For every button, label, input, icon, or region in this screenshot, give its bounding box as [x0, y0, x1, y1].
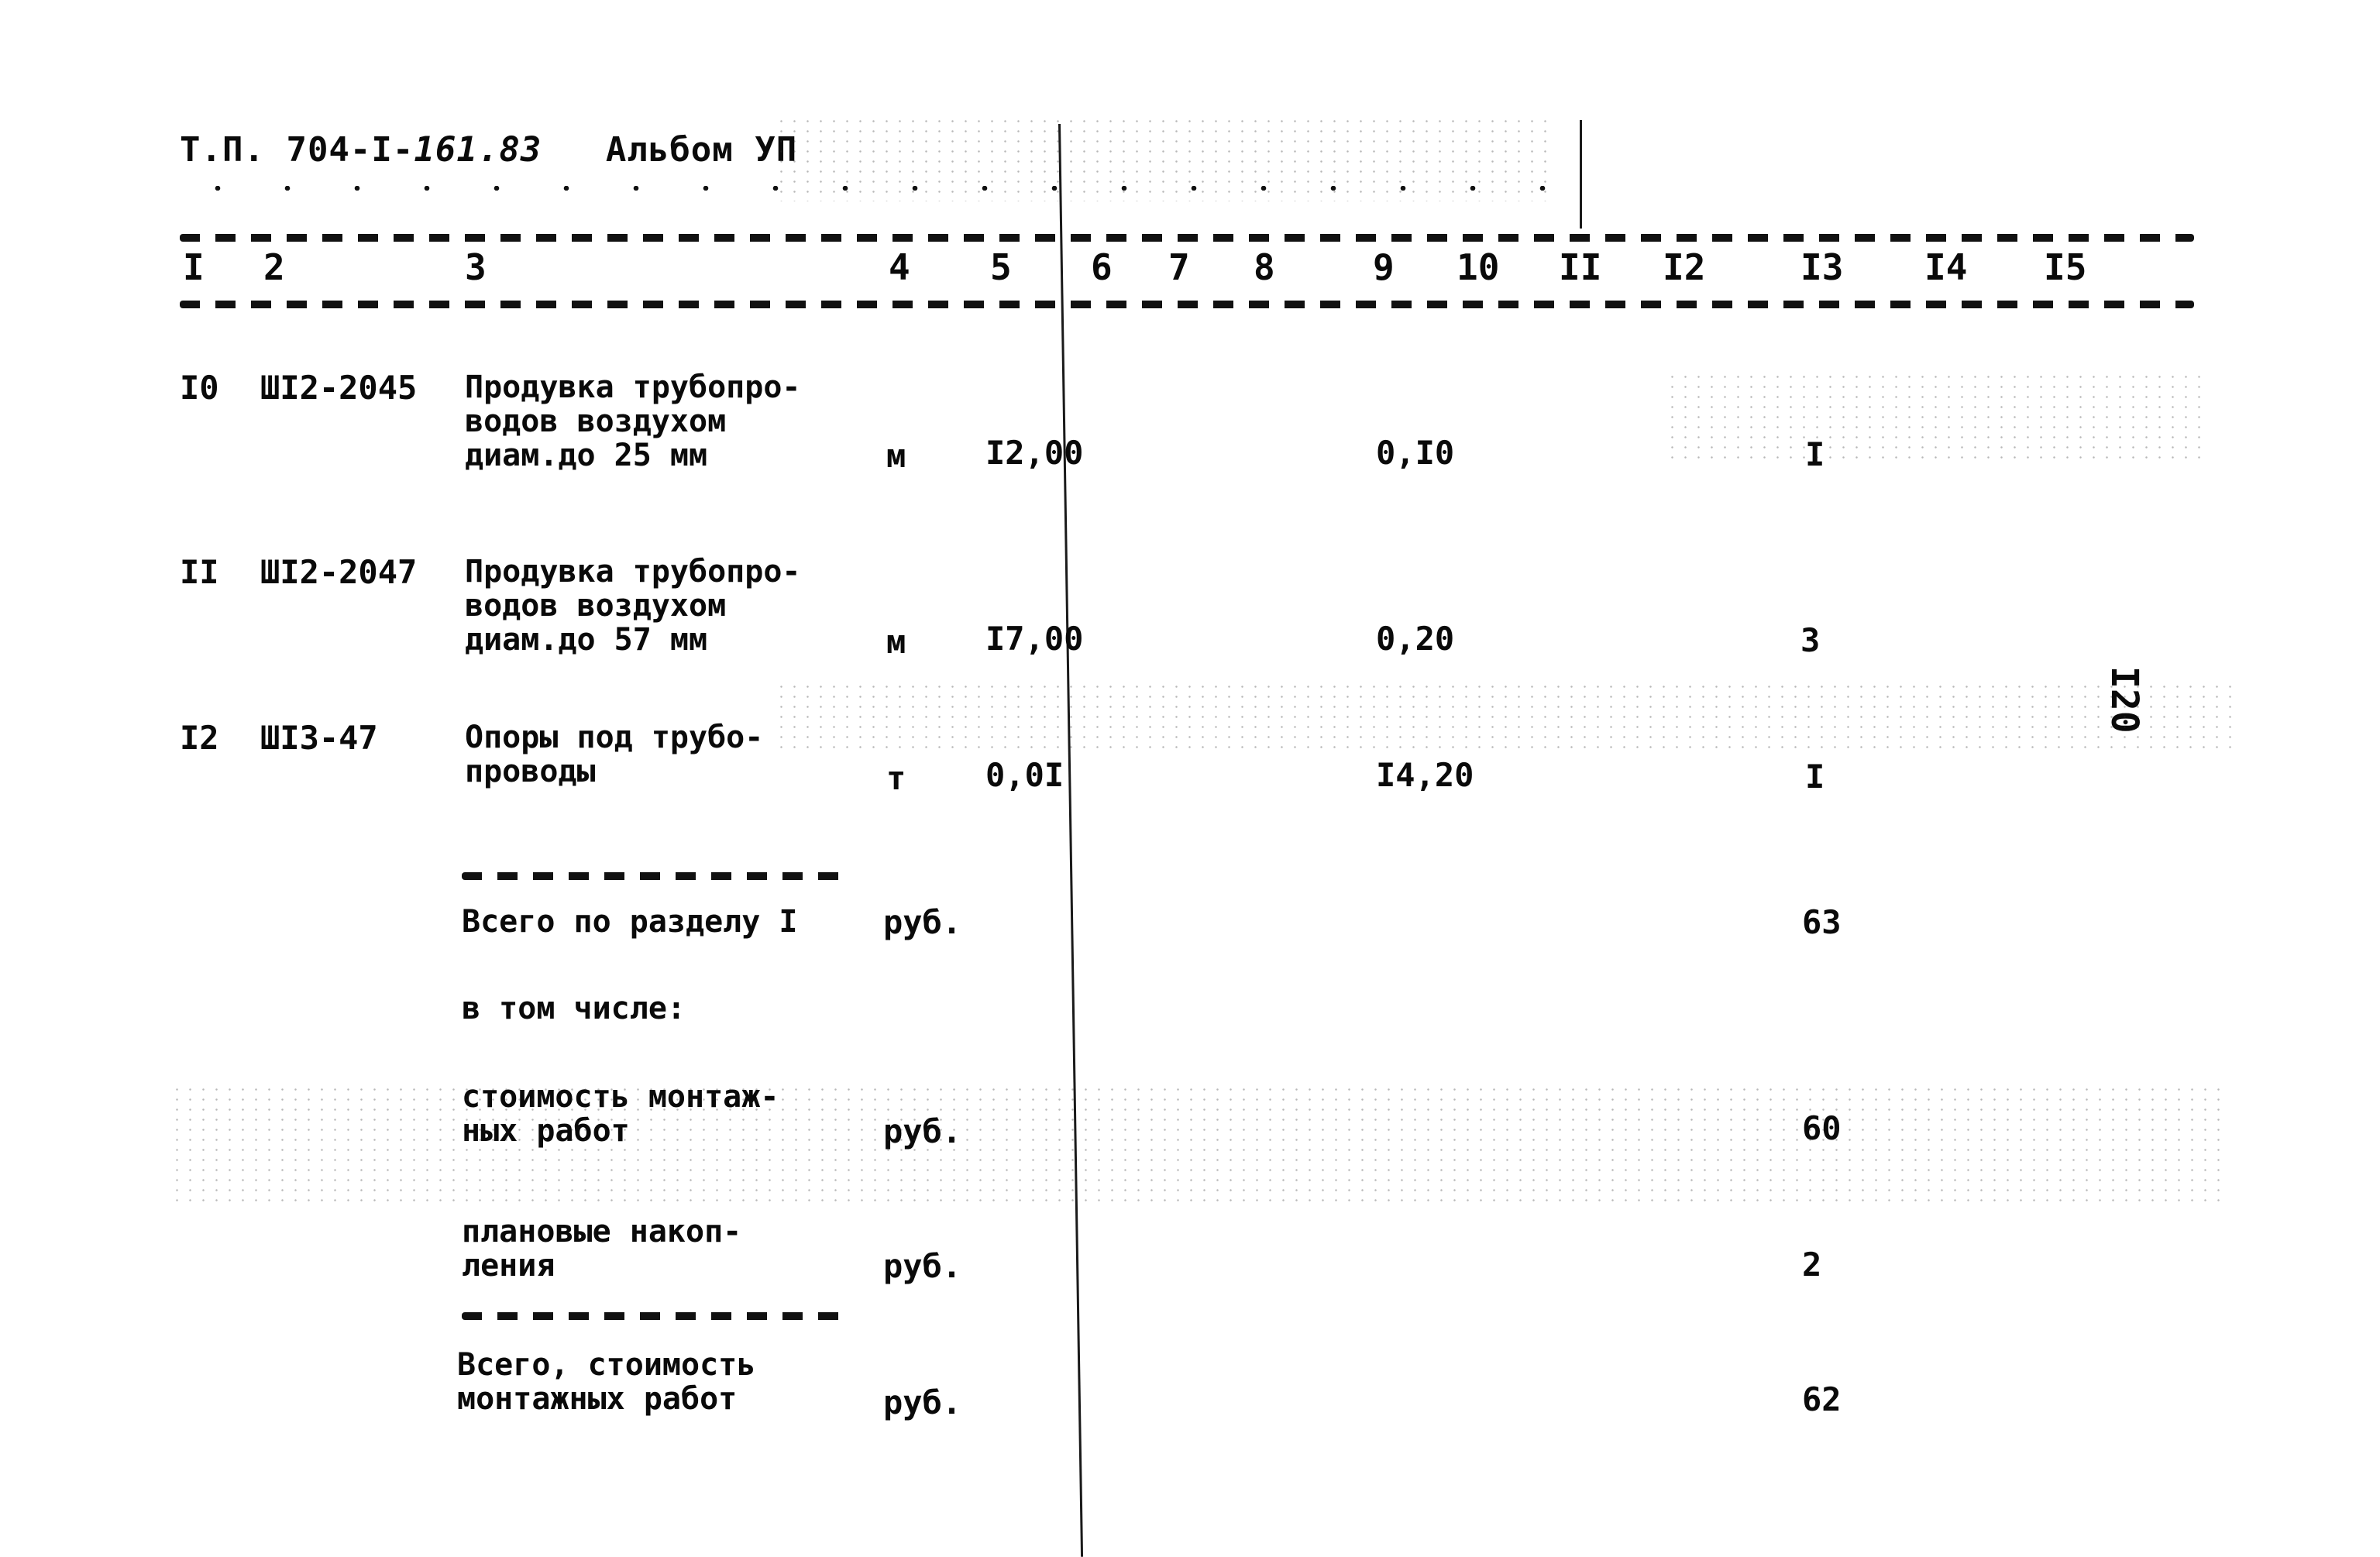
summary-top-rule — [462, 872, 849, 880]
scan-noise — [775, 116, 1549, 201]
column-header-1: I — [183, 246, 205, 288]
doc-code-handwritten: 161.83 — [414, 130, 542, 170]
summary-bottom-rule — [462, 1312, 849, 1320]
row-description: Продувка трубопро- водов воздухом диам.д… — [465, 554, 801, 658]
row-quantity: 0,0I — [985, 756, 1064, 794]
row-number: II — [180, 553, 219, 591]
column-header-9: 9 — [1373, 246, 1395, 288]
header-bottom-rule — [180, 301, 2194, 308]
scan-noise — [775, 682, 2231, 751]
row-unit: т — [886, 759, 906, 797]
row-col13: 3 — [1800, 621, 1821, 659]
row-quantity: I7,00 — [985, 620, 1084, 658]
summary-label: Всего, стоимость монтажных работ — [457, 1347, 756, 1417]
column-header-12: I2 — [1663, 246, 1706, 288]
summary-unit: руб. — [883, 903, 962, 941]
row-unit: м — [886, 623, 906, 661]
fold-line-short — [1580, 120, 1582, 229]
row-code: ШI2-2045 — [260, 369, 418, 407]
row-number: I2 — [180, 719, 219, 757]
column-header-11: II — [1559, 246, 1602, 288]
row-description: Продувка трубопро- водов воздухом диам.д… — [465, 369, 801, 473]
row-code: ШI3-47 — [260, 719, 378, 757]
row-col9: 0,20 — [1376, 620, 1455, 658]
column-header-13: I3 — [1800, 246, 1844, 288]
fold-line — [1058, 123, 1084, 1557]
column-header-5: 5 — [990, 246, 1012, 288]
summary-unit: руб. — [883, 1383, 962, 1421]
header-top-rule — [180, 234, 2194, 242]
scan-noise — [170, 1084, 2224, 1208]
row-number: I0 — [180, 369, 219, 407]
row-col9: 0,I0 — [1376, 434, 1455, 472]
summary-label: Всего по разделу I — [462, 904, 798, 940]
doc-code: Т.П. 704-I- — [180, 130, 414, 170]
album-label: Альбом УП — [605, 130, 798, 170]
row-unit: м — [886, 437, 906, 475]
scan-noise — [1666, 372, 2208, 465]
summary-label: в том числе: — [462, 991, 686, 1026]
row-col13: I — [1805, 758, 1825, 796]
row-code: ШI2-2047 — [260, 553, 418, 591]
row-description: Опоры под трубо- проводы — [465, 720, 764, 789]
summary-unit: руб. — [883, 1247, 962, 1285]
column-header-10: 10 — [1457, 246, 1500, 288]
column-header-4: 4 — [889, 246, 910, 288]
row-col9: I4,20 — [1376, 756, 1474, 794]
column-header-6: 6 — [1091, 246, 1113, 288]
document-title: Т.П. 704-I-161.83 Альбом УП — [180, 130, 797, 170]
column-header-7: 7 — [1168, 246, 1190, 288]
summary-label: плановые накоп- ления — [462, 1214, 742, 1284]
summary-value: 63 — [1802, 903, 1842, 941]
column-header-3: 3 — [465, 246, 487, 288]
column-header-2: 2 — [263, 246, 285, 288]
row-quantity: I2,00 — [985, 434, 1084, 472]
summary-value: 62 — [1802, 1380, 1842, 1418]
column-header-14: I4 — [1924, 246, 1968, 288]
column-header-8: 8 — [1254, 246, 1275, 288]
summary-value: 2 — [1802, 1246, 1822, 1284]
column-header-15: I5 — [2044, 246, 2087, 288]
